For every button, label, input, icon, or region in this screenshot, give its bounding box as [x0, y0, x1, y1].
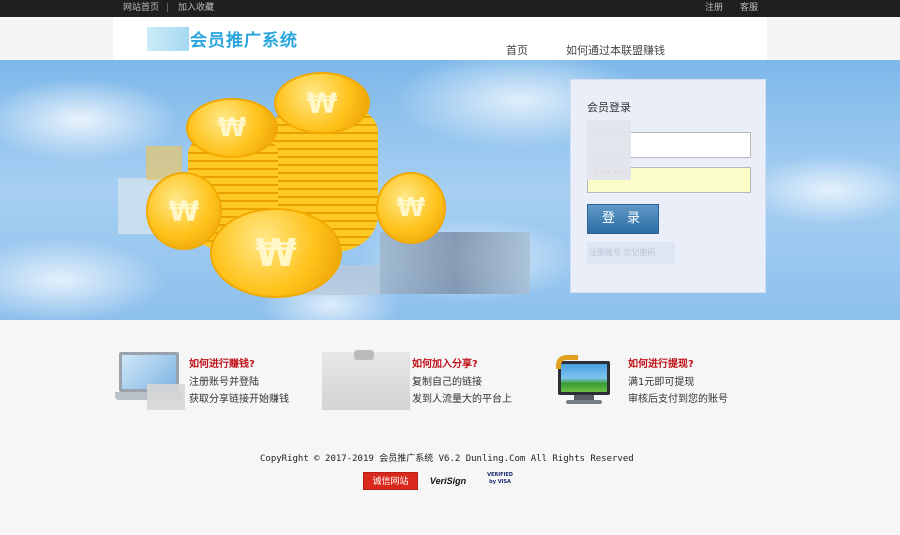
clipboard-icon — [322, 350, 410, 410]
feature-line: 发到人流量大的平台上 — [412, 394, 512, 405]
nav-home[interactable]: 首页 — [506, 42, 528, 58]
feature-line: 获取分享链接开始赚钱 — [189, 394, 289, 405]
coin-icon: ₩ — [210, 208, 342, 298]
trust-badge[interactable]: 诚信网站 — [363, 472, 418, 490]
header — [0, 17, 900, 60]
bookmark-link[interactable]: 加入收藏 — [178, 2, 214, 15]
blurred-label-block — [587, 120, 631, 180]
login-links[interactable]: 注册账号 忘记密码 — [587, 242, 675, 264]
feature-title-withdraw: 如何进行提现? — [628, 359, 694, 370]
visa-badge[interactable]: VERIFIED by VISA — [484, 472, 516, 490]
feature-line: 满1元即可提现 — [628, 377, 695, 388]
copyright-text: CopyRight © 2017-2019 会员推广系统 V6.2 Dunlin… — [260, 454, 634, 464]
login-button[interactable]: 登 录 — [587, 204, 659, 234]
monitor-icon — [556, 355, 612, 405]
nav-how-to-earn[interactable]: 如何通过本联盟赚钱 — [566, 42, 665, 58]
coin-icon: ₩ — [186, 98, 278, 158]
hero-banner: ₩ ₩ ₩ ₩ ₩ 会员登录 •••••• 登 录 注册账号 忘记密码 — [0, 60, 900, 320]
feature-line: 审核后支付到您的账号 — [628, 394, 728, 405]
login-title: 会员登录 — [587, 101, 631, 114]
coin-icon: ₩ — [274, 72, 370, 134]
laptop-icon — [115, 352, 185, 410]
logo-icon — [147, 27, 189, 51]
coin-icon: ₩ — [146, 172, 222, 250]
coin-icon: ₩ — [376, 172, 446, 244]
feature-line: 复制自己的链接 — [412, 377, 482, 388]
verisign-badge[interactable]: VeriSign — [428, 472, 468, 490]
support-link[interactable]: 客服 — [740, 2, 758, 15]
topbar-separator: | — [166, 3, 170, 13]
feature-title-earn: 如何进行赚钱? — [189, 359, 255, 370]
top-bar: 网站首页 | 加入收藏 注册 客服 — [0, 0, 900, 17]
register-link[interactable]: 注册 — [705, 2, 723, 15]
feature-line: 注册账号并登陆 — [189, 377, 259, 388]
site-logo-text[interactable]: 会员推广系统 — [190, 26, 298, 51]
home-link[interactable]: 网站首页 — [123, 2, 159, 15]
feature-title-share: 如何加入分享? — [412, 359, 478, 370]
login-panel: 会员登录 •••••• 登 录 注册账号 忘记密码 — [570, 79, 766, 293]
